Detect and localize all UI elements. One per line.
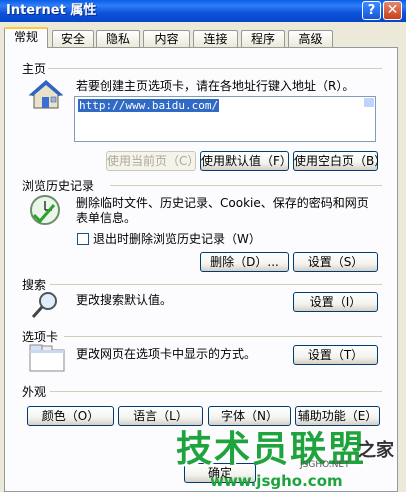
tab-content[interactable]: 内容: [143, 30, 190, 47]
watermark-suffix: 之家: [358, 440, 394, 461]
tab-connections[interactable]: 连接: [193, 30, 238, 47]
window-title: Internet 属性: [6, 3, 97, 18]
history-settings-button[interactable]: 设置（S）: [293, 252, 378, 272]
delete-history-button[interactable]: 删除（D）...: [200, 252, 289, 272]
homepage-section-title: 主页: [22, 62, 47, 76]
tabs-section-title: 选项卡: [22, 330, 59, 344]
history-description: 删除临时文件、历史记录、Cookie、保存的密码和网页表单信息。: [76, 196, 369, 225]
search-settings-button[interactable]: 设置（I）: [293, 292, 378, 312]
history-divider: [110, 185, 382, 186]
use-default-button[interactable]: 使用默认值（F）: [200, 151, 292, 171]
search-divider: [50, 284, 382, 285]
tabbed-window-icon: [29, 344, 65, 372]
home-icon: [28, 78, 64, 110]
tab-privacy[interactable]: 隐私: [96, 30, 140, 47]
appearance-section-title: 外观: [22, 385, 47, 399]
appearance-divider: [50, 391, 382, 392]
magnifier-icon: [30, 290, 62, 320]
tab-general[interactable]: 常规: [4, 27, 48, 48]
use-current-button[interactable]: 使用当前页（C）: [106, 151, 199, 171]
watermark-url: www.jsgho.com: [210, 472, 343, 490]
tabs-settings-button[interactable]: 设置（T）: [293, 345, 378, 365]
homepage-address-text: http://www.baidu.com/: [78, 99, 220, 112]
delete-on-exit-checkbox[interactable]: [77, 233, 89, 245]
tab-advanced[interactable]: 高级: [288, 30, 333, 47]
watermark-en: JSGHO.NET: [300, 460, 350, 470]
homepage-address-field[interactable]: http://www.baidu.com/: [74, 96, 376, 142]
homepage-divider: [48, 68, 382, 69]
history-clock-icon: [28, 193, 62, 227]
tabs-divider: [64, 336, 382, 337]
tab-security[interactable]: 安全: [52, 30, 94, 47]
tab-programs[interactable]: 程序: [241, 30, 285, 47]
search-description: 更改搜索默认值。: [76, 293, 173, 307]
close-button[interactable]: ✕: [383, 1, 402, 20]
tabs-description: 更改网页在选项卡中显示的方式。: [76, 347, 257, 361]
colors-button[interactable]: 颜色（O）: [27, 406, 114, 426]
address-scrollbar[interactable]: [363, 97, 375, 108]
use-blank-button[interactable]: 使用空白页（B）: [293, 151, 386, 171]
homepage-description: 若要创建主页选项卡，请在各地址行键入地址（R）。: [76, 79, 355, 93]
help-button[interactable]: ?: [362, 1, 381, 20]
history-section-title: 浏览历史记录: [22, 179, 95, 193]
delete-on-exit-label: 退出时删除浏览历史记录（W）: [93, 232, 261, 246]
